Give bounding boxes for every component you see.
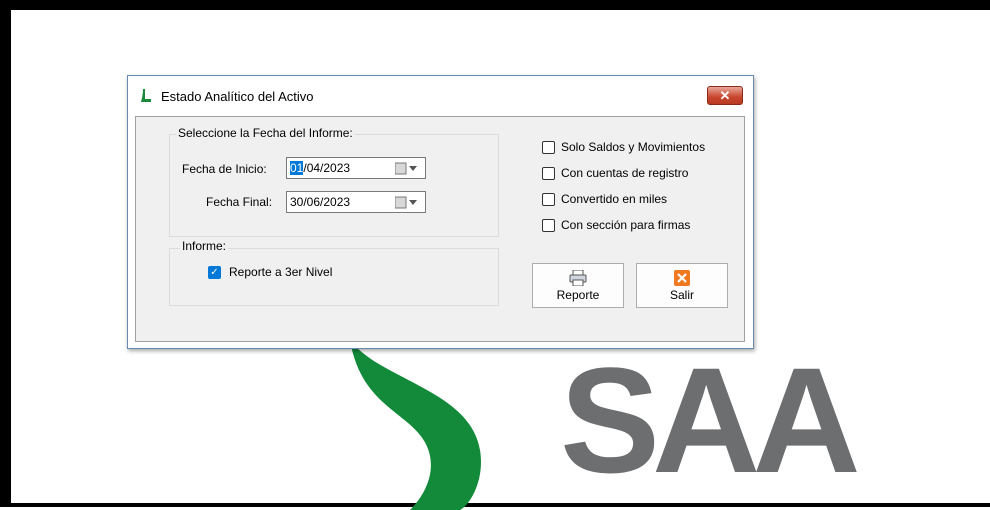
option-checkbox-3[interactable] [542,219,555,232]
reporte-nivel-checkbox[interactable]: ✓ [208,266,221,279]
app-leaf-icon [141,89,151,102]
calendar-dropdown-icon[interactable] [395,162,419,175]
fecha-final-label: Fecha Final: [206,195,273,209]
title-bar[interactable]: Estado Analítico del Activo ✕ [128,76,753,116]
printer-icon [569,269,587,286]
fecha-inicio-rest: /04/2023 [303,161,351,175]
option-checkbox-1[interactable] [542,167,555,180]
reporte-button[interactable]: Reporte [532,263,624,308]
exit-icon [674,269,690,286]
reporte-nivel-label[interactable]: Reporte a 3er Nivel [229,265,332,279]
calendar-dropdown-icon[interactable] [395,196,419,209]
dialog-window: Estado Analítico del Activo ✕ Seleccione… [127,75,754,349]
logo-leaf-icon [350,340,481,510]
option-label-0[interactable]: Solo Saldos y Movimientos [561,140,705,154]
fecha-inicio-field[interactable]: 01/04/2023 [286,157,426,179]
fecha-final-field[interactable]: 30/06/2023 [286,191,426,213]
option-label-1[interactable]: Con cuentas de registro [561,166,688,180]
window-title: Estado Analítico del Activo [161,89,314,104]
option-checkbox-0[interactable] [542,141,555,154]
salir-button[interactable]: Salir [636,263,728,308]
fecha-group-legend: Seleccione la Fecha del Informe: [176,126,355,140]
close-icon: ✕ [719,87,731,103]
reporte-button-label: Reporte [556,287,600,302]
fecha-inicio-selected-part: 01 [290,161,304,175]
informe-group-legend: Informe: [180,239,229,253]
salir-button-label: Salir [669,287,694,302]
fecha-group [169,134,499,237]
fecha-inicio-label: Fecha de Inicio: [182,162,267,176]
close-button[interactable]: ✕ [707,86,743,105]
option-label-2[interactable]: Convertido en miles [561,192,667,206]
logo-text: SAA [560,336,861,504]
dialog-body: Seleccione la Fecha del Informe: Fecha d… [135,116,745,342]
option-label-3[interactable]: Con sección para firmas [561,218,690,232]
fecha-final-value: 30/06/2023 [290,195,351,209]
option-checkbox-2[interactable] [542,193,555,206]
